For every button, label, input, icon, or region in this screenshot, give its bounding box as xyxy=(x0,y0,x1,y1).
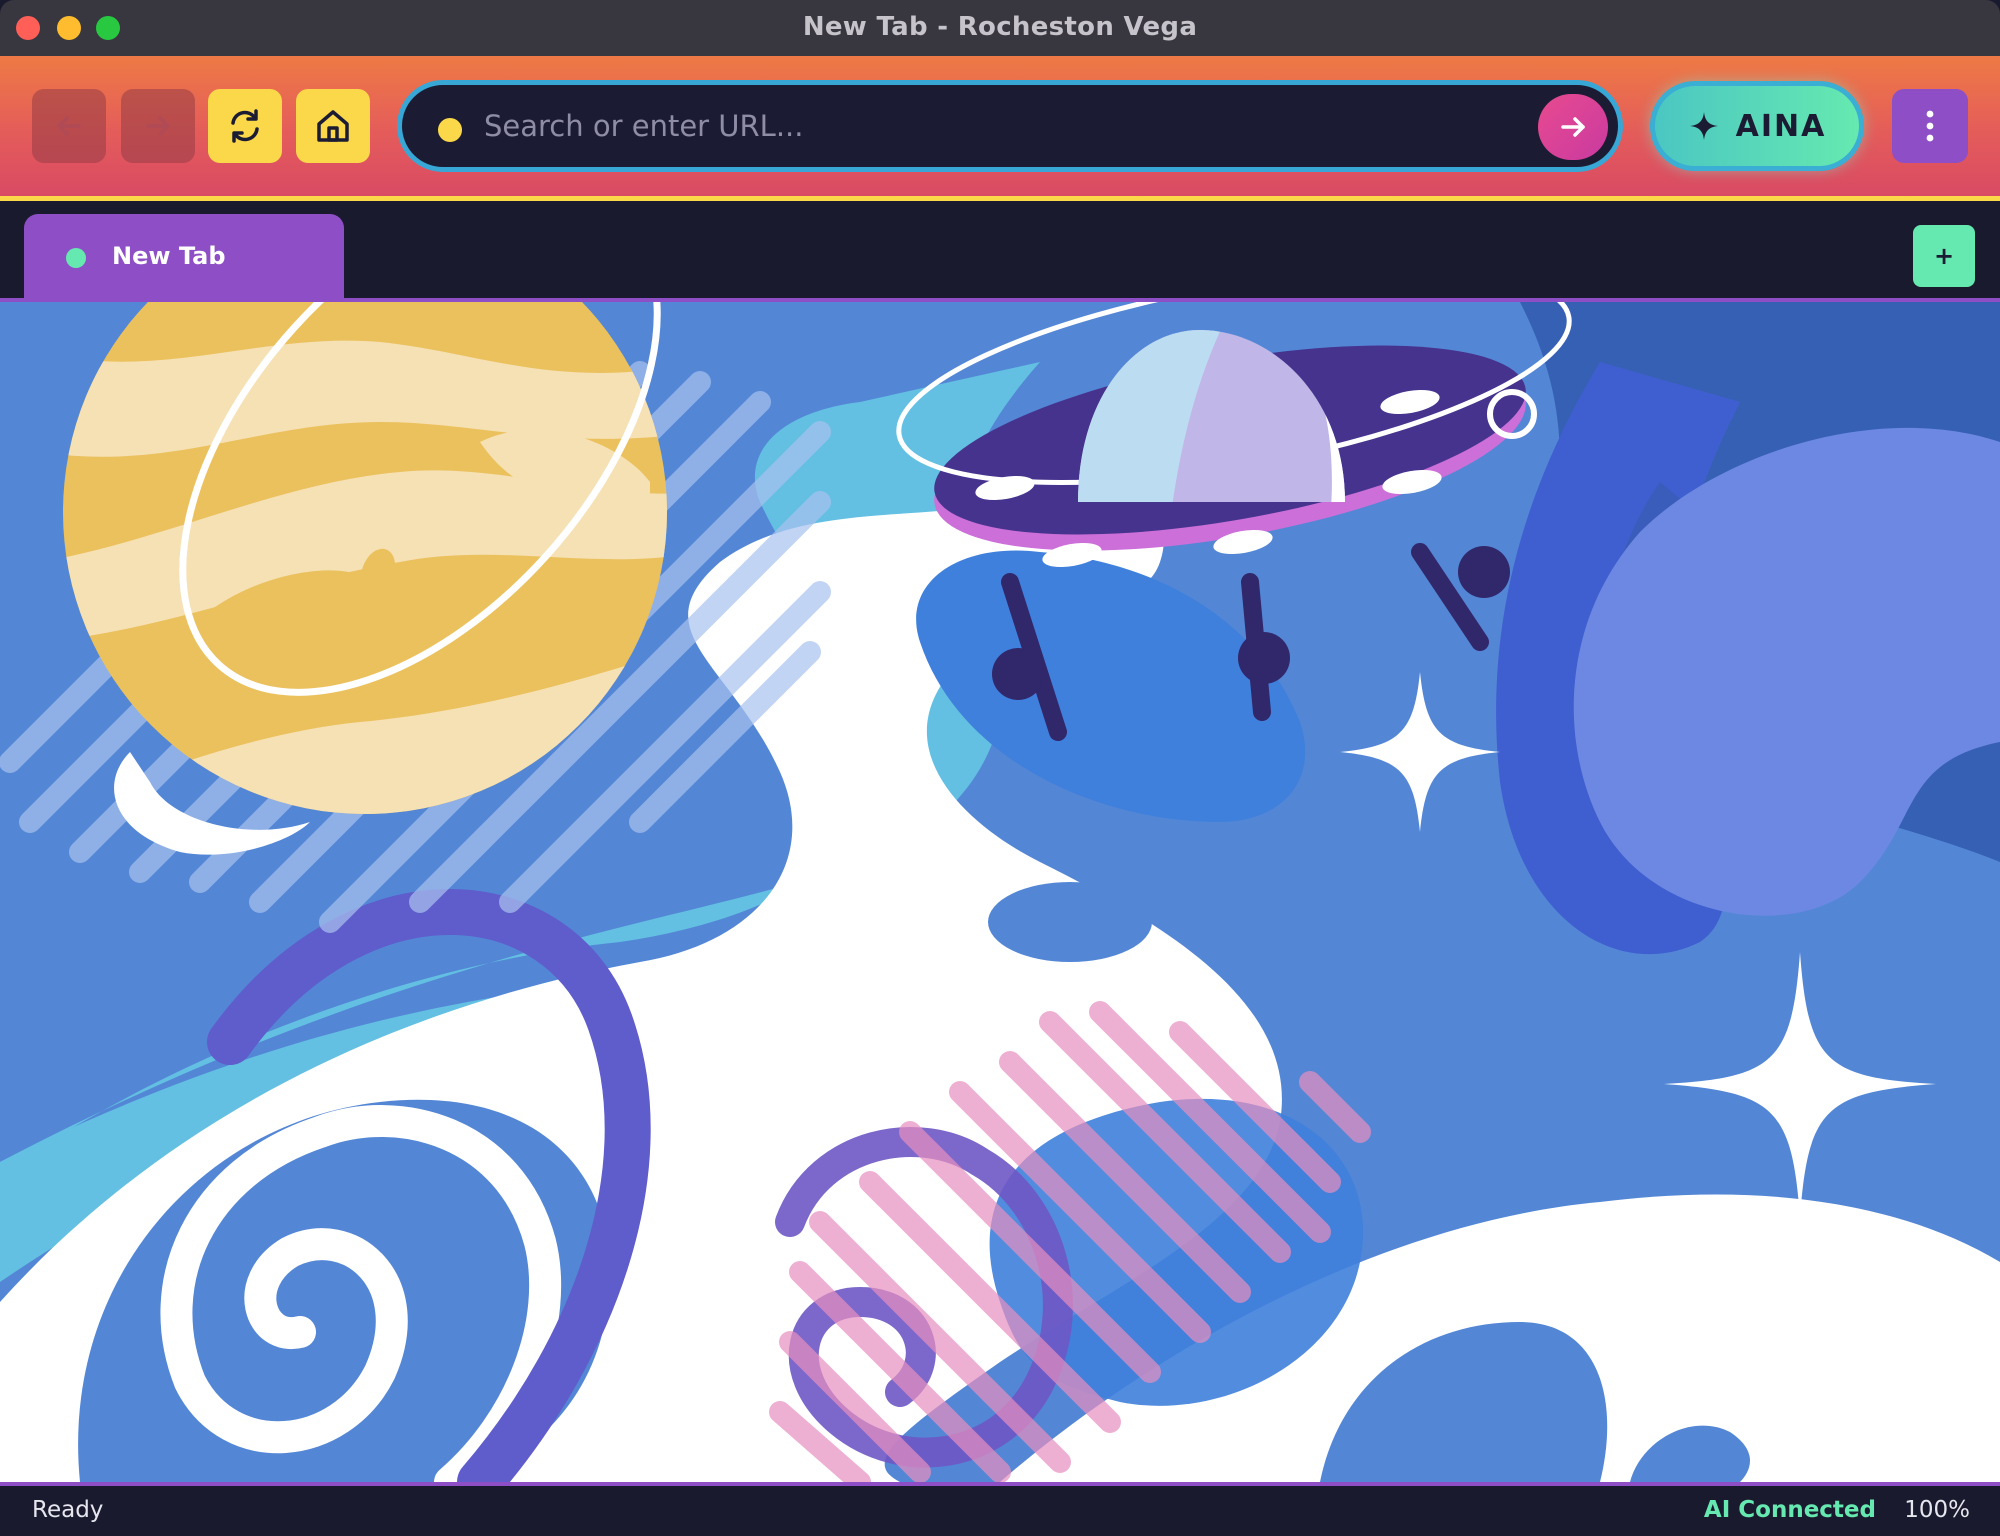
zoom-level[interactable]: 100% xyxy=(1904,1497,1970,1523)
arrow-right-icon xyxy=(146,116,170,136)
status-bar: Ready AI Connected 100% xyxy=(0,1486,2000,1536)
new-tab-button[interactable]: + xyxy=(1913,225,1975,287)
reload-button[interactable] xyxy=(208,89,282,163)
ai-status-indicator: AI Connected xyxy=(1703,1497,1876,1523)
address-bar[interactable] xyxy=(397,80,1623,172)
arrow-left-icon xyxy=(57,116,81,136)
forward-button[interactable] xyxy=(121,89,195,163)
kebab-menu-icon xyxy=(1926,110,1934,142)
home-icon xyxy=(317,110,349,142)
window-title: New Tab - Rocheston Vega xyxy=(802,12,1198,42)
sparkle-icon xyxy=(1689,112,1718,140)
security-indicator-icon xyxy=(438,118,462,142)
back-button[interactable] xyxy=(32,89,106,163)
tab-indicator-icon xyxy=(66,248,86,268)
menu-button[interactable] xyxy=(1892,89,1968,163)
ai-assistant-button[interactable]: AINA xyxy=(1650,81,1864,171)
go-button[interactable] xyxy=(1538,94,1608,160)
title-bar: New Tab - Rocheston Vega xyxy=(0,0,2000,56)
arrow-right-icon xyxy=(1561,117,1585,137)
tab-label: New Tab xyxy=(112,242,226,270)
space-illustration xyxy=(0,302,2000,1482)
ai-assistant-label: AINA xyxy=(1735,108,1827,144)
home-button[interactable] xyxy=(296,89,370,163)
reload-icon xyxy=(231,109,259,143)
tab-new-tab[interactable]: New Tab xyxy=(24,214,344,300)
new-tab-page xyxy=(0,302,2000,1482)
url-input[interactable] xyxy=(484,97,1384,155)
status-text: Ready xyxy=(32,1497,104,1523)
